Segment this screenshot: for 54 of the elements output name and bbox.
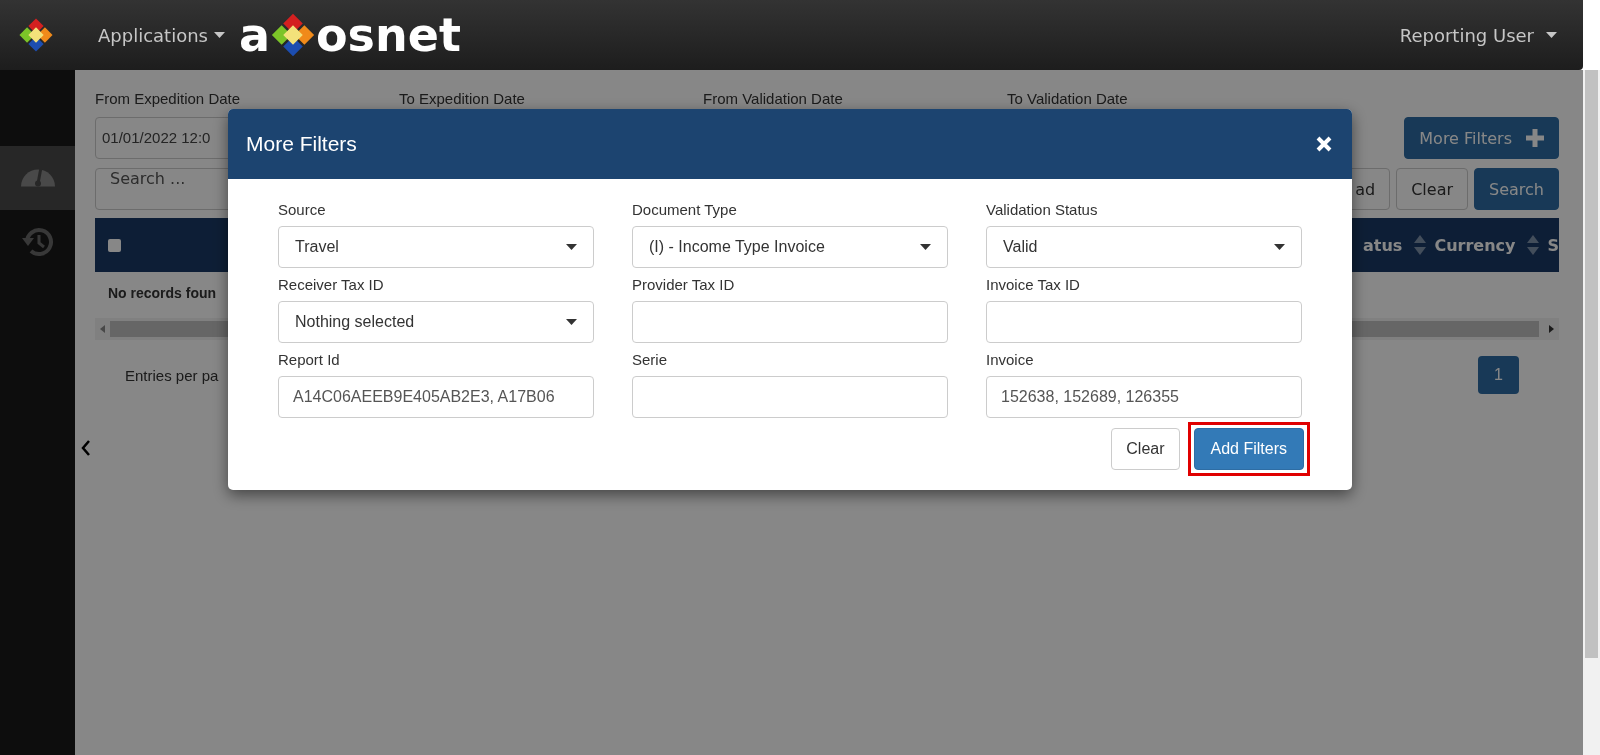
caret-icon bbox=[566, 244, 577, 250]
sort-icon bbox=[1414, 235, 1427, 255]
sidebar-item[interactable] bbox=[0, 146, 75, 210]
caret-icon bbox=[566, 319, 577, 325]
scroll-left-icon[interactable] bbox=[100, 325, 105, 333]
sort-icon bbox=[1527, 235, 1540, 255]
column-header[interactable]: atus bbox=[1363, 235, 1403, 255]
field-label: To Validation Date bbox=[1007, 90, 1129, 109]
close-icon[interactable] bbox=[1316, 136, 1332, 152]
input-field[interactable] bbox=[632, 376, 948, 418]
input-field[interactable]: 152638, 152689, 126355 bbox=[986, 376, 1302, 418]
input-field[interactable] bbox=[986, 301, 1302, 343]
select-field[interactable]: Valid bbox=[986, 226, 1302, 268]
field-label: Source bbox=[278, 201, 327, 218]
field-label: Receiver Tax ID bbox=[278, 276, 385, 293]
caret-icon bbox=[1546, 32, 1557, 38]
gauge-icon bbox=[20, 169, 55, 187]
field-label: Invoice bbox=[986, 351, 1035, 368]
collapse-icon[interactable] bbox=[81, 440, 91, 456]
field-label: Serie bbox=[632, 351, 669, 368]
field-label: Report Id bbox=[278, 351, 341, 368]
input-field[interactable] bbox=[632, 301, 948, 343]
entries-label: Entries per pa bbox=[125, 366, 219, 384]
clear-button[interactable]: Clear bbox=[1111, 428, 1180, 470]
brand-text: a bbox=[238, 12, 270, 58]
select-field[interactable]: Nothing selected bbox=[278, 301, 594, 343]
empty-message: No records foun bbox=[108, 285, 217, 301]
field-label: From Validation Date bbox=[703, 90, 844, 109]
applications-menu[interactable]: Applications bbox=[98, 24, 225, 46]
field-label: Validation Status bbox=[986, 201, 1099, 218]
dialog-title: More Filters bbox=[246, 132, 357, 156]
caret-icon bbox=[1274, 244, 1285, 250]
logo-icon[interactable] bbox=[18, 17, 54, 53]
user-menu[interactable]: Reporting User bbox=[1399, 24, 1557, 46]
add-filters-button[interactable]: Add Filters bbox=[1193, 428, 1304, 470]
brand-text: osnet bbox=[316, 12, 461, 58]
plus-icon bbox=[1526, 129, 1544, 147]
column-header[interactable]: S bbox=[1547, 235, 1559, 255]
field-label: Invoice Tax ID bbox=[986, 276, 1081, 293]
logo-icon bbox=[270, 12, 316, 58]
history-icon bbox=[20, 226, 55, 258]
field-label: From Expedition Date bbox=[95, 90, 242, 109]
scroll-right-icon[interactable] bbox=[1549, 325, 1554, 333]
clear-button[interactable]: Clear bbox=[1396, 168, 1469, 210]
field-label: Provider Tax ID bbox=[632, 276, 736, 293]
select-field[interactable]: (I) - Income Type Invoice bbox=[632, 226, 948, 268]
caret-icon bbox=[213, 32, 225, 38]
caret-icon bbox=[920, 244, 931, 250]
input-field[interactable]: A14C06AEEB9E405AB2E3, A17B06 bbox=[278, 376, 594, 418]
column-header[interactable]: Currency bbox=[1434, 235, 1516, 255]
checkbox[interactable] bbox=[108, 238, 121, 252]
field-label: To Expedition Date bbox=[399, 90, 526, 109]
field-label: Document Type bbox=[632, 201, 738, 218]
select-field[interactable]: Travel bbox=[278, 226, 594, 268]
